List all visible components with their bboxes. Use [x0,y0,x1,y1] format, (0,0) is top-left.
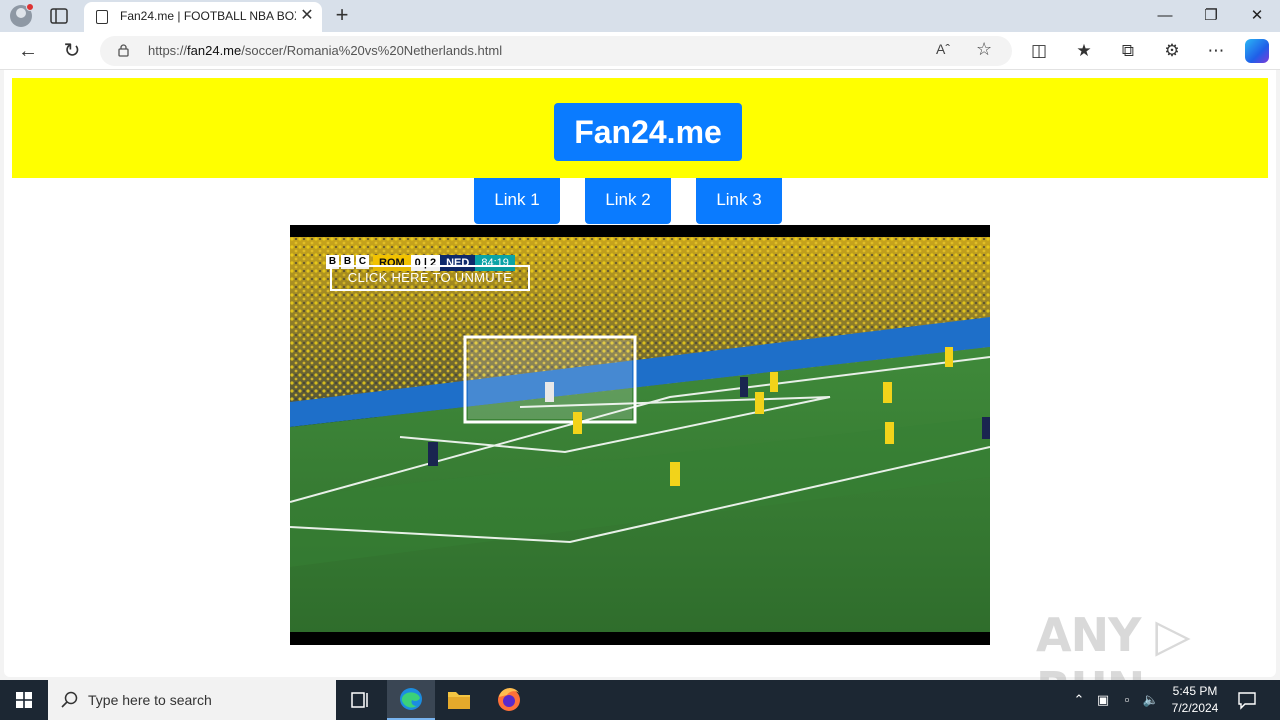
lock-icon[interactable] [118,44,129,57]
volume-icon[interactable]: 🔈 [1142,691,1160,709]
back-icon[interactable]: ← [14,38,42,64]
network-icon[interactable]: ▫ [1118,691,1136,709]
more-icon[interactable]: ⋯ [1205,40,1227,62]
page-viewport: Fan24.me Link 1 Link 2 Link 3 B B C ROM … [4,70,1276,716]
url-prefix: https:// [148,43,188,58]
profile-avatar-icon[interactable] [10,3,34,27]
search-placeholder: Type here to search [88,692,212,708]
browser-toolbar: ← ↻ https://fan24.me/soccer/Romania%20vs… [0,32,1280,70]
new-tab-button[interactable]: + [330,4,354,28]
read-aloud-icon[interactable]: Aˆ [936,41,950,57]
close-window-button[interactable]: ✕ [1234,0,1280,32]
show-hidden-icons[interactable]: ⌃ [1070,691,1088,709]
copilot-icon[interactable] [1245,39,1269,63]
active-tab[interactable]: Fan24.me | FOOTBALL NBA BOXING ✕ [84,2,322,32]
url-text[interactable]: https://fan24.me/soccer/Romania%20vs%20N… [148,43,502,58]
video-player[interactable]: B B C ROM 0 | 2 NED 84:19 CLICK HERE TO … [290,225,990,645]
taskbar-time[interactable]: 5:45 PM [1166,684,1224,698]
header-banner: Fan24.me [12,78,1268,178]
tab-actions-icon[interactable] [48,6,70,26]
split-screen-icon[interactable]: ◫ [1028,40,1050,62]
file-explorer-icon[interactable] [435,680,483,720]
firefox-icon[interactable] [485,680,533,720]
add-favorite-icon[interactable]: ☆ [976,39,992,60]
link-2-button[interactable]: Link 2 [585,178,671,224]
tab-title: Fan24.me | FOOTBALL NBA BOXING [120,9,296,23]
collections-icon[interactable]: ⧉ [1117,40,1139,62]
search-icon [61,691,78,708]
address-bar[interactable]: https://fan24.me/soccer/Romania%20vs%20N… [100,36,1012,66]
task-view-icon[interactable] [336,680,384,720]
brand-button[interactable]: Fan24.me [554,103,742,161]
notification-center-icon[interactable] [1236,689,1258,711]
minimize-button[interactable]: — [1142,0,1188,32]
link-1-button[interactable]: Link 1 [474,178,560,224]
tab-close-icon[interactable]: ✕ [298,7,316,25]
device-icon[interactable]: ▣ [1094,691,1112,709]
page-icon [96,10,108,24]
profile-head [16,8,26,18]
taskbar-date[interactable]: 7/2/2024 [1166,701,1224,715]
start-button[interactable] [0,680,48,720]
link-3-button[interactable]: Link 3 [696,178,782,224]
extensions-icon[interactable]: ⚙ [1161,40,1183,62]
unmute-button[interactable]: CLICK HERE TO UNMUTE [330,265,530,291]
windows-logo-icon [16,692,32,708]
url-domain: fan24.me [187,43,242,58]
video-frame [290,237,990,632]
notification-dot [26,3,34,11]
maximize-button[interactable]: ❐ [1188,0,1234,32]
windows-taskbar: Type here to search ⌃ ▣ ▫ 🔈 5:45 PM 7/2/… [0,680,1280,720]
reload-icon[interactable]: ↻ [58,38,86,64]
url-path: /soccer/Romania%20vs%20Netherlands.html [241,43,503,58]
favorites-icon[interactable]: ★ [1073,40,1095,62]
browser-tab-bar: Fan24.me | FOOTBALL NBA BOXING ✕ + — ❐ ✕ [0,0,1280,32]
taskbar-search-box[interactable]: Type here to search [48,680,336,720]
edge-taskbar-icon[interactable] [387,680,435,720]
